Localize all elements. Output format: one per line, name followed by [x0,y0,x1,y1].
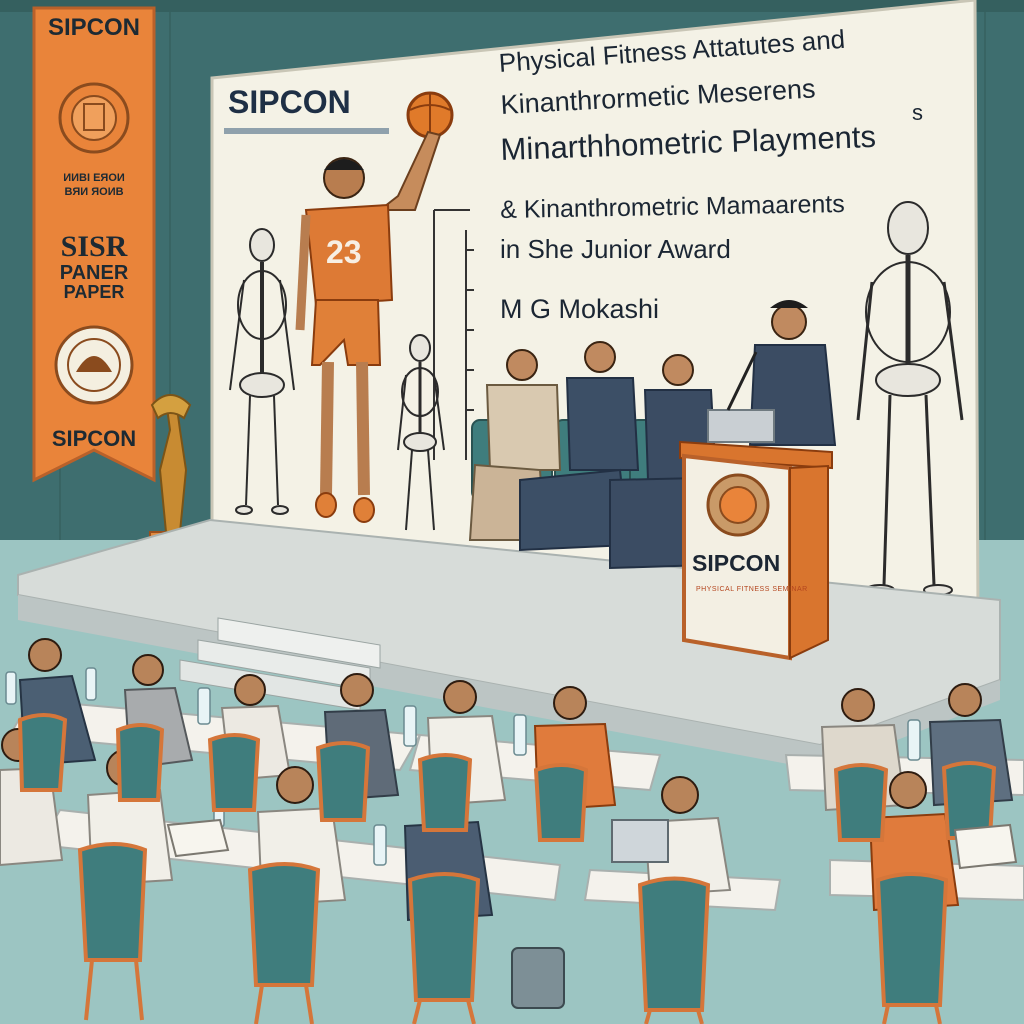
screen-title-stray: s [912,100,923,125]
screen-title-line-5: in She Junior Award [500,234,731,264]
banner-big-line-1: SISR [60,230,128,263]
banner-big-line-3: PAPER [63,282,125,302]
banner-small-text: ИИВI ЕЯОИ BЯИ ЯOИB [63,172,125,198]
laptop-icon [611,819,669,863]
screen-author: M G Mokashi [500,294,660,324]
podium-logo: SIPCON [692,550,781,576]
paper-icon [953,823,1018,870]
laptop-icon [707,409,775,443]
conference-scene: SIPCON ИИВI ЕЯОИ BЯИ ЯOИB SISR PANER PAP… [0,0,1024,1024]
paper-icon [166,818,230,858]
screen-tagline-bar [224,128,389,134]
banner-title: SIPCON [47,14,140,41]
jersey-number: 23 [326,234,362,270]
podium-tagline: PHYSICAL FITNESS SEMINAR [696,586,808,593]
banner-big-line-2: PANER [59,262,129,284]
banner-bottom-label: SIPCON [51,426,137,451]
screen-logo: SIPCON [228,84,351,120]
screen-title-line-4: & Kinanthrometric Mamaarents [499,189,845,224]
bag-icon [511,947,565,1009]
